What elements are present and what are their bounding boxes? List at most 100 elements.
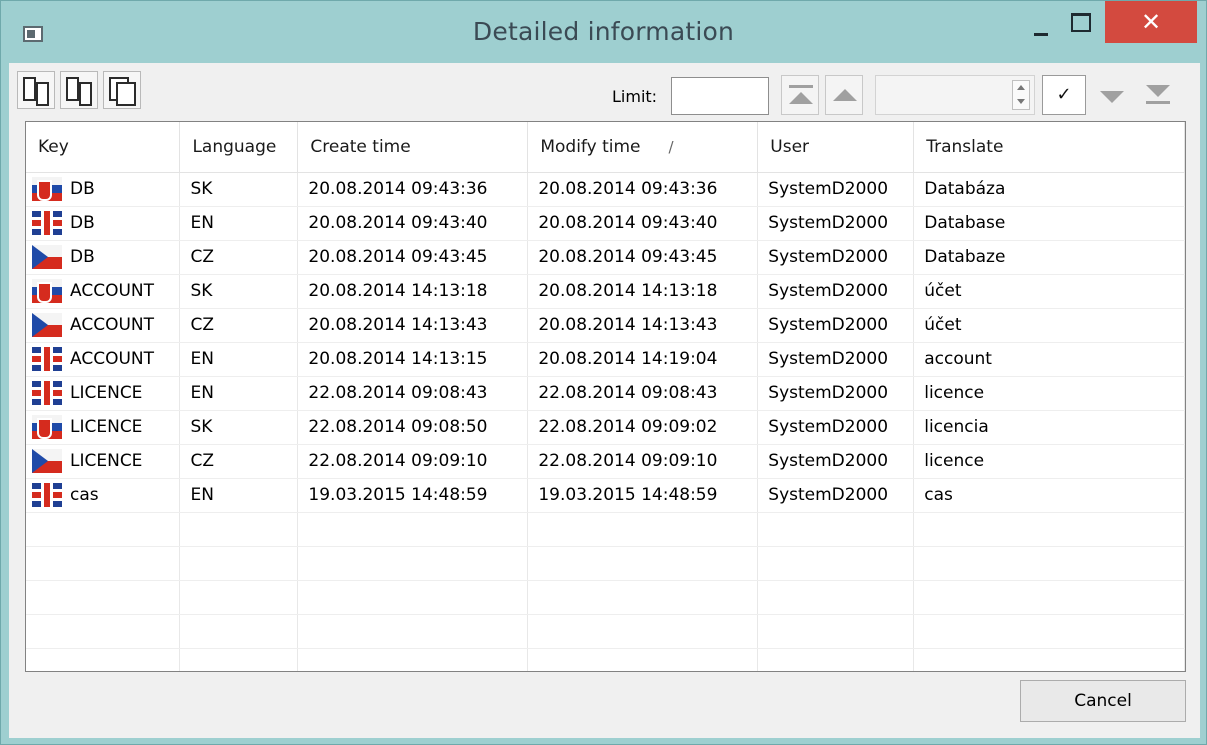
- table-row[interactable]: DB SK 20.08.2014 09:43:36 20.08.2014 09:43:…: [26, 172, 1185, 207]
- column-header-key[interactable]: Key: [26, 122, 181, 173]
- cell-create[interactable]: 20.08.2014 14:13:43: [297, 308, 529, 343]
- table-row[interactable]: DB EN 20.08.2014 09:43:40 20.08.2014 09:43:…: [26, 206, 1185, 241]
- cell-user[interactable]: SystemD2000: [757, 342, 915, 377]
- table-row[interactable]: LICENCE CZ 22.08.2014 09:09:10 22.08.2014 0…: [26, 444, 1185, 479]
- limit-input[interactable]: [671, 77, 769, 115]
- cell-create[interactable]: 22.08.2014 09:08:43: [297, 376, 529, 411]
- cell-modify[interactable]: 20.08.2014 14:19:04: [527, 342, 759, 377]
- cell-translate[interactable]: licence: [913, 376, 1185, 411]
- cell-translate[interactable]: licencia: [913, 410, 1185, 445]
- cell-language[interactable]: CZ: [179, 444, 299, 479]
- column-header-modify-time[interactable]: Modify time /: [527, 122, 759, 173]
- table-row[interactable]: ACCOUNT CZ 20.08.2014 14:13:43 20.08.2014 1…: [26, 308, 1185, 343]
- cell-key[interactable]: ACCOUNT: [26, 308, 181, 343]
- spin-down-icon[interactable]: [1017, 99, 1025, 104]
- empty-cell: [297, 546, 529, 581]
- table-row[interactable]: DB CZ 20.08.2014 09:43:45 20.08.2014 09:43:…: [26, 240, 1185, 275]
- cell-translate[interactable]: account: [913, 342, 1185, 377]
- title-bar[interactable]: Detailed information ✕: [1, 1, 1206, 63]
- column-header-translate[interactable]: Translate: [913, 122, 1185, 173]
- cell-language[interactable]: CZ: [179, 240, 299, 275]
- cell-language[interactable]: SK: [179, 172, 299, 207]
- cell-key[interactable]: DB: [26, 240, 181, 275]
- table-row[interactable]: cas EN 19.03.2015 14:48:59 19.03.2015 14:48…: [26, 478, 1185, 513]
- cell-key[interactable]: LICENCE: [26, 444, 181, 479]
- table-row[interactable]: ACCOUNT EN 20.08.2014 14:13:15 20.08.2014 1…: [26, 342, 1185, 377]
- maximize-button[interactable]: [1061, 3, 1097, 45]
- cell-create[interactable]: 20.08.2014 14:13:15: [297, 342, 529, 377]
- column-header-create-time[interactable]: Create time: [297, 122, 529, 173]
- merge-icon[interactable]: [103, 71, 141, 109]
- cancel-button[interactable]: Cancel: [1020, 680, 1186, 722]
- cell-language[interactable]: SK: [179, 274, 299, 309]
- previous-record-button[interactable]: [825, 75, 863, 115]
- cell-modify[interactable]: 20.08.2014 09:43:36: [527, 172, 759, 207]
- cell-translate[interactable]: Database: [913, 206, 1185, 241]
- spin-arrows-icon[interactable]: [1012, 80, 1030, 110]
- last-record-button[interactable]: [1138, 75, 1176, 115]
- cell-language[interactable]: EN: [179, 376, 299, 411]
- cell-key[interactable]: ACCOUNT: [26, 274, 181, 309]
- cell-user[interactable]: SystemD2000: [757, 410, 915, 445]
- first-record-button[interactable]: [781, 75, 819, 115]
- next-record-button[interactable]: [1092, 75, 1130, 115]
- cell-key[interactable]: cas: [26, 478, 181, 513]
- key-text: DB: [70, 179, 95, 199]
- cell-modify[interactable]: 22.08.2014 09:09:02: [527, 410, 759, 445]
- table-row[interactable]: LICENCE EN 22.08.2014 09:08:43 22.08.2014 0…: [26, 376, 1185, 411]
- cell-user[interactable]: SystemD2000: [757, 376, 915, 411]
- cell-modify[interactable]: 19.03.2015 14:48:59: [527, 478, 759, 513]
- sk-flag-icon: [32, 177, 62, 201]
- cell-modify[interactable]: 20.08.2014 14:13:18: [527, 274, 759, 309]
- cell-create[interactable]: 19.03.2015 14:48:59: [297, 478, 529, 513]
- cell-language[interactable]: EN: [179, 342, 299, 377]
- minimize-button[interactable]: [1027, 3, 1057, 45]
- cell-key[interactable]: DB: [26, 172, 181, 207]
- cell-translate[interactable]: Databaze: [913, 240, 1185, 275]
- confirm-button[interactable]: ✓: [1042, 75, 1086, 115]
- cell-create[interactable]: 20.08.2014 09:43:45: [297, 240, 529, 275]
- cell-create[interactable]: 20.08.2014 09:43:36: [297, 172, 529, 207]
- cell-translate[interactable]: cas: [913, 478, 1185, 513]
- cell-language[interactable]: SK: [179, 410, 299, 445]
- cell-translate[interactable]: Databáza: [913, 172, 1185, 207]
- cell-translate[interactable]: účet: [913, 274, 1185, 309]
- close-button[interactable]: ✕: [1105, 1, 1197, 43]
- cell-modify[interactable]: 20.08.2014 14:13:43: [527, 308, 759, 343]
- cell-translate[interactable]: licence: [913, 444, 1185, 479]
- cell-modify[interactable]: 20.08.2014 09:43:40: [527, 206, 759, 241]
- cell-key[interactable]: LICENCE: [26, 376, 181, 411]
- cell-create[interactable]: 20.08.2014 14:13:18: [297, 274, 529, 309]
- cell-modify[interactable]: 22.08.2014 09:08:43: [527, 376, 759, 411]
- table-row[interactable]: LICENCE SK 22.08.2014 09:08:50 22.08.2014 0…: [26, 410, 1185, 445]
- cell-translate[interactable]: účet: [913, 308, 1185, 343]
- cell-create[interactable]: 22.08.2014 09:08:50: [297, 410, 529, 445]
- spin-up-icon[interactable]: [1017, 85, 1025, 90]
- cell-user[interactable]: SystemD2000: [757, 478, 915, 513]
- export-icon[interactable]: [17, 71, 55, 109]
- cell-user[interactable]: SystemD2000: [757, 308, 915, 343]
- import-icon[interactable]: [60, 71, 98, 109]
- column-header-language[interactable]: Language: [179, 122, 299, 173]
- cell-key[interactable]: DB: [26, 206, 181, 241]
- cell-language[interactable]: EN: [179, 206, 299, 241]
- translations-grid[interactable]: Key Language Create time Modify time / Us…: [25, 121, 1186, 672]
- cell-user[interactable]: SystemD2000: [757, 206, 915, 241]
- cell-create[interactable]: 20.08.2014 09:43:40: [297, 206, 529, 241]
- cell-key[interactable]: ACCOUNT: [26, 342, 181, 377]
- cell-user[interactable]: SystemD2000: [757, 172, 915, 207]
- cell-language[interactable]: CZ: [179, 308, 299, 343]
- empty-cell: [179, 580, 299, 615]
- record-spinbox[interactable]: [875, 75, 1035, 115]
- cell-modify[interactable]: 22.08.2014 09:09:10: [527, 444, 759, 479]
- cell-user[interactable]: SystemD2000: [757, 240, 915, 275]
- column-header-user[interactable]: User: [757, 122, 915, 173]
- cell-user[interactable]: SystemD2000: [757, 444, 915, 479]
- table-row[interactable]: ACCOUNT SK 20.08.2014 14:13:18 20.08.2014 1…: [26, 274, 1185, 309]
- cell-language[interactable]: EN: [179, 478, 299, 513]
- empty-cell: [26, 648, 181, 671]
- cell-modify[interactable]: 20.08.2014 09:43:45: [527, 240, 759, 275]
- cell-user[interactable]: SystemD2000: [757, 274, 915, 309]
- cell-create[interactable]: 22.08.2014 09:09:10: [297, 444, 529, 479]
- cell-key[interactable]: LICENCE: [26, 410, 181, 445]
